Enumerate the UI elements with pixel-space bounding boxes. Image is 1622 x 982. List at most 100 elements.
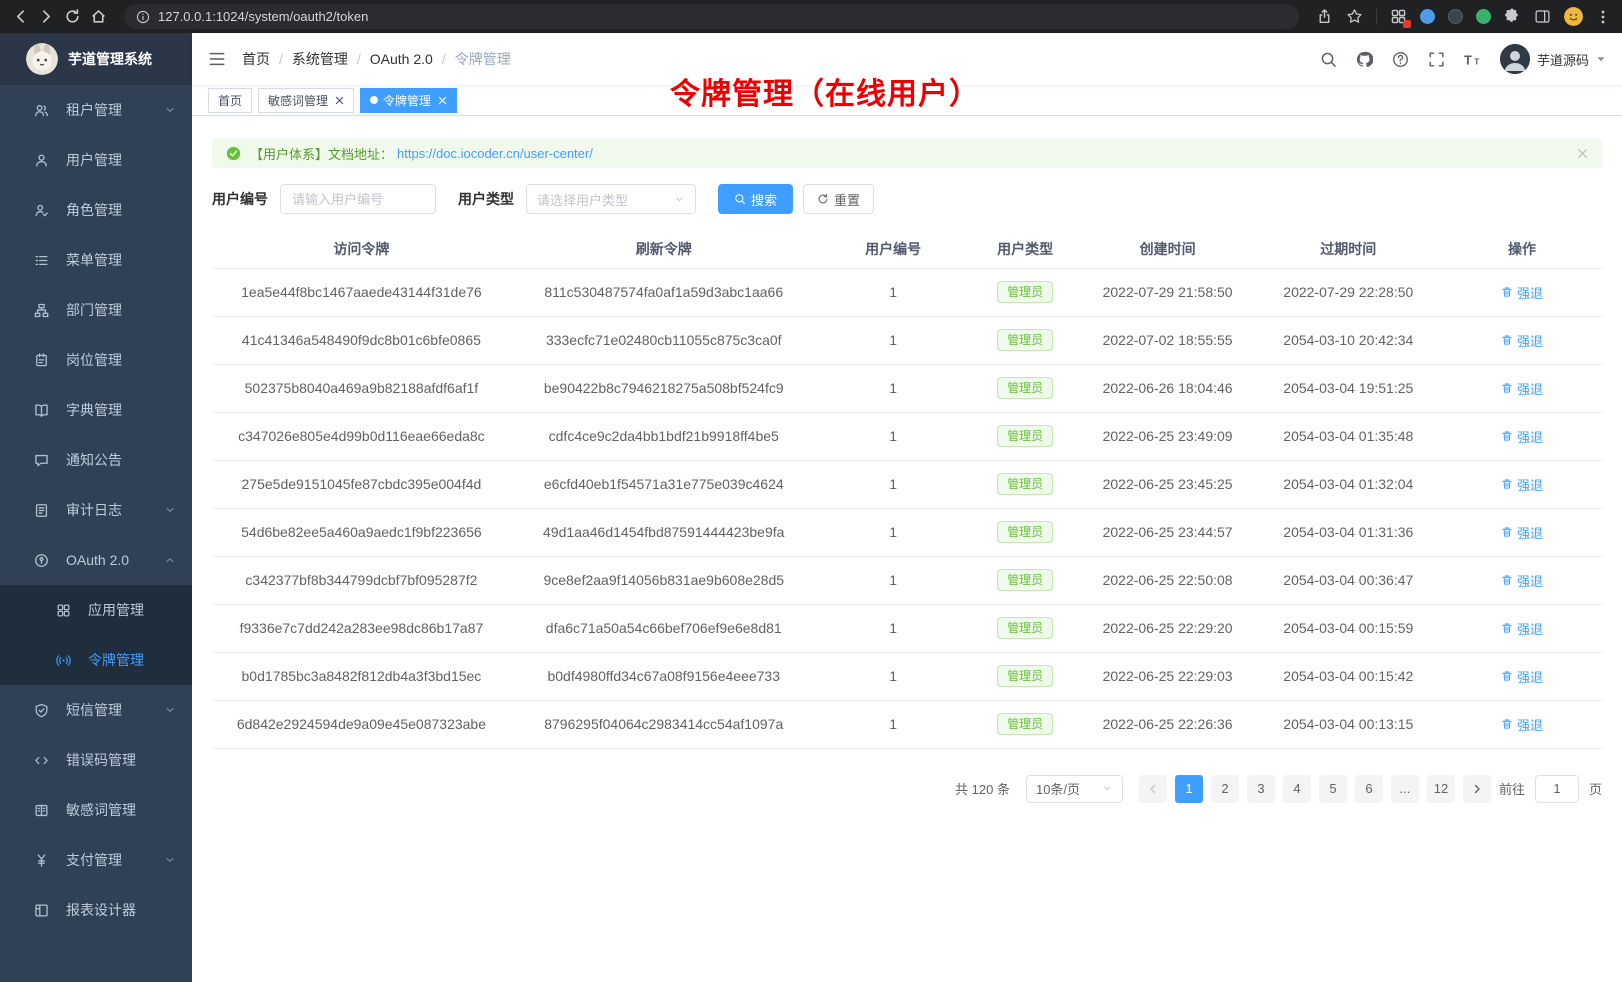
browser-chrome: 127.0.0.1:1024/system/oauth2/token bbox=[0, 0, 1622, 33]
page-button[interactable]: 3 bbox=[1247, 775, 1275, 803]
breadcrumb-item[interactable]: 系统管理 bbox=[292, 49, 348, 69]
user-id-cell: 1 bbox=[817, 700, 970, 748]
font-size-icon[interactable]: TT bbox=[1464, 51, 1481, 68]
user-id-input[interactable] bbox=[280, 184, 436, 214]
sidebar-item[interactable]: 菜单管理 bbox=[0, 235, 192, 285]
sidebar-item[interactable]: OAuth 2.0 bbox=[0, 535, 192, 585]
force-logout-button[interactable]: 强退 bbox=[1501, 571, 1543, 590]
sidebar-item[interactable]: 部门管理 bbox=[0, 285, 192, 335]
sidebar-subitem[interactable]: 应用管理 bbox=[0, 585, 192, 635]
caret-down-icon bbox=[1596, 54, 1606, 64]
force-logout-button[interactable]: 强退 bbox=[1501, 283, 1543, 302]
sidebar-item-label: 租户管理 bbox=[66, 100, 122, 120]
browser-home-button[interactable] bbox=[90, 8, 107, 25]
action-cell: 强退 bbox=[1442, 508, 1602, 556]
force-logout-button[interactable]: 强退 bbox=[1501, 523, 1543, 542]
extension-icon[interactable] bbox=[1448, 9, 1463, 24]
user-type-select[interactable]: 请选择用户类型 bbox=[526, 184, 696, 214]
alert-text: 【用户体系】文档地址： bbox=[250, 144, 393, 163]
access-token-cell: 502375b8040a469a9b82188afdf6af1f bbox=[212, 364, 511, 412]
filter-bar: 用户编号 用户类型 请选择用户类型 搜索 重置 bbox=[212, 184, 1602, 214]
page-button[interactable]: 4 bbox=[1283, 775, 1311, 803]
sidebar-item[interactable]: 审计日志 bbox=[0, 485, 192, 535]
sidebar-item[interactable]: 岗位管理 bbox=[0, 335, 192, 385]
user-type-badge: 管理员 bbox=[997, 665, 1053, 687]
sidebar-item[interactable]: 短信管理 bbox=[0, 685, 192, 735]
browser-back-button[interactable] bbox=[12, 8, 29, 25]
sidebar-item-label: 用户管理 bbox=[66, 150, 122, 170]
browser-profile-icon[interactable] bbox=[1564, 7, 1583, 26]
tab-close-icon[interactable] bbox=[335, 96, 344, 105]
sidebar-item[interactable]: 敏感词管理 bbox=[0, 785, 192, 835]
app-icon bbox=[56, 603, 71, 618]
app-logo[interactable]: 芋道管理系统 bbox=[0, 33, 192, 85]
force-logout-button[interactable]: 强退 bbox=[1501, 715, 1543, 734]
fullscreen-icon[interactable] bbox=[1428, 51, 1445, 68]
tab-close-icon[interactable] bbox=[438, 96, 447, 105]
sidebar-item[interactable]: 报表设计器 bbox=[0, 885, 192, 935]
sidebar-item[interactable]: 租户管理 bbox=[0, 85, 192, 135]
extension-icon[interactable] bbox=[1476, 9, 1491, 24]
header-search-icon[interactable] bbox=[1320, 51, 1337, 68]
page-button[interactable]: 12 bbox=[1427, 775, 1455, 803]
puzzle-extension-icon[interactable] bbox=[1504, 8, 1521, 25]
breadcrumb-item[interactable]: OAuth 2.0 bbox=[370, 51, 433, 67]
next-page-button[interactable] bbox=[1463, 775, 1491, 803]
token-table: 访问令牌刷新令牌用户编号用户类型创建时间过期时间操作 1ea5e44f8bc14… bbox=[212, 230, 1602, 749]
alert-close-icon[interactable] bbox=[1577, 148, 1588, 159]
sidebar-item[interactable]: 支付管理 bbox=[0, 835, 192, 885]
user-menu[interactable]: 芋道源码 bbox=[1500, 44, 1606, 74]
alert-doc-link[interactable]: https://doc.iocoder.cn/user-center/ bbox=[397, 146, 593, 161]
sidebar-subitem[interactable]: 令牌管理 bbox=[0, 635, 192, 685]
breadcrumb-item[interactable]: 首页 bbox=[242, 49, 270, 69]
page-button[interactable]: 5 bbox=[1319, 775, 1347, 803]
help-docs-icon[interactable] bbox=[1392, 51, 1409, 68]
sidebar-item[interactable]: 角色管理 bbox=[0, 185, 192, 235]
force-logout-button[interactable]: 强退 bbox=[1501, 379, 1543, 398]
bookmark-icon[interactable] bbox=[1346, 8, 1363, 25]
site-info-icon[interactable] bbox=[136, 10, 150, 24]
browser-menu-icon[interactable] bbox=[1596, 9, 1610, 25]
force-logout-button[interactable]: 强退 bbox=[1501, 331, 1543, 350]
app-title: 芋道管理系统 bbox=[68, 49, 152, 69]
sidebar-item[interactable]: 字典管理 bbox=[0, 385, 192, 435]
prev-page-button[interactable] bbox=[1139, 775, 1167, 803]
user-type-badge: 管理员 bbox=[997, 521, 1053, 543]
sidebar-item[interactable]: 用户管理 bbox=[0, 135, 192, 185]
sidebar-item[interactable]: 通知公告 bbox=[0, 435, 192, 485]
goto-page-input[interactable] bbox=[1535, 775, 1579, 803]
goto-suffix: 页 bbox=[1589, 779, 1602, 798]
force-logout-button[interactable]: 强退 bbox=[1501, 619, 1543, 638]
share-icon[interactable] bbox=[1316, 8, 1333, 25]
tab-item[interactable]: 首页 bbox=[208, 88, 252, 113]
split-view-icon[interactable] bbox=[1534, 8, 1551, 25]
page-button[interactable]: 6 bbox=[1355, 775, 1383, 803]
page-button[interactable]: 2 bbox=[1211, 775, 1239, 803]
action-cell: 强退 bbox=[1442, 412, 1602, 460]
reset-button[interactable]: 重置 bbox=[803, 184, 874, 214]
force-logout-label: 强退 bbox=[1517, 331, 1543, 350]
github-icon[interactable] bbox=[1356, 51, 1373, 68]
force-logout-button[interactable]: 强退 bbox=[1501, 475, 1543, 494]
table-row: c342377bf8b344799dcbf7bf095287f29ce8ef2a… bbox=[212, 556, 1602, 604]
browser-forward-button[interactable] bbox=[38, 8, 55, 25]
sidebar-toggle-button[interactable] bbox=[208, 50, 226, 68]
more-pages-button[interactable]: ... bbox=[1391, 775, 1419, 803]
sidebar-item-label: 支付管理 bbox=[66, 850, 122, 870]
sidebar-item[interactable]: 错误码管理 bbox=[0, 735, 192, 785]
action-cell: 强退 bbox=[1442, 700, 1602, 748]
force-logout-button[interactable]: 强退 bbox=[1501, 667, 1543, 686]
extensions-icon[interactable] bbox=[1390, 8, 1407, 25]
extension-icon[interactable] bbox=[1420, 9, 1435, 24]
browser-reload-button[interactable] bbox=[64, 8, 81, 25]
user-id-cell: 1 bbox=[817, 556, 970, 604]
force-logout-button[interactable]: 强退 bbox=[1501, 427, 1543, 446]
page-size-select[interactable]: 10条/页 bbox=[1026, 775, 1123, 803]
tab-item[interactable]: 令牌管理 bbox=[360, 88, 457, 113]
chevron-down-icon bbox=[164, 854, 176, 866]
page-button[interactable]: 1 bbox=[1175, 775, 1203, 803]
search-button[interactable]: 搜索 bbox=[718, 184, 793, 214]
address-bar[interactable]: 127.0.0.1:1024/system/oauth2/token bbox=[124, 4, 1299, 29]
chevron-up-icon bbox=[164, 554, 176, 566]
tab-item[interactable]: 敏感词管理 bbox=[258, 88, 354, 113]
